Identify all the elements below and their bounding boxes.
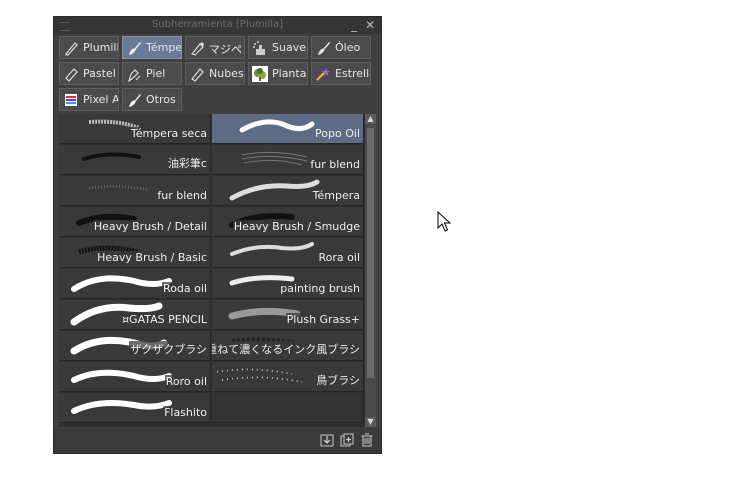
brush-name: 鳥ブラシ: [315, 372, 361, 388]
brush-item[interactable]: fur blend: [59, 176, 211, 206]
brush-item[interactable]: Plush Grass+: [212, 300, 364, 330]
tab-plantas[interactable]: Plantas: [248, 62, 308, 85]
brush-name: Heavy Brush / Smudge: [232, 220, 361, 233]
tab-nubes[interactable]: Nubes: [185, 62, 245, 85]
close-button[interactable]: ✕: [365, 17, 375, 33]
tab-plumilla[interactable]: Plumilla: [59, 36, 119, 59]
brush-item[interactable]: 重ねて濃くなるインク風ブラシ: [212, 331, 364, 361]
brush-other-icon: [129, 94, 141, 107]
brush-name: Roro oil: [164, 375, 208, 388]
minimize-button[interactable]: _: [351, 17, 357, 33]
tab-label: Piel: [146, 67, 166, 80]
brush-item[interactable]: 鳥ブラシ: [212, 362, 364, 392]
brush-item[interactable]: Heavy Brush / Detail: [59, 207, 211, 237]
tab-label: Pixel Art: [83, 93, 119, 106]
brush-item[interactable]: Rora oil: [212, 238, 364, 268]
brush-name: 油彩筆c: [166, 155, 208, 171]
brush-item[interactable]: Heavy Brush / Smudge: [212, 207, 364, 237]
brush-item[interactable]: painting brush: [212, 269, 364, 299]
brush-name: ザクザクブラシ: [129, 341, 208, 357]
duplicate-icon[interactable]: [340, 433, 354, 447]
brush-item[interactable]: Popo Oil: [212, 114, 364, 144]
tab-piel[interactable]: Piel: [122, 62, 182, 85]
panel-title: Subherramienta [Plumilla]: [151, 19, 284, 30]
tab-label: Suave: [272, 41, 306, 54]
brush-list: Témpera seca Popo Oil 油彩筆c fur blend fur ble…: [59, 114, 365, 427]
pixel-art-icon: [65, 94, 77, 106]
pen-icon: [65, 42, 78, 56]
plant-icon: [252, 66, 268, 82]
marker-icon: [190, 42, 204, 56]
tab-óleo[interactable]: Óleo: [311, 36, 371, 59]
pastel-icon: [65, 68, 78, 82]
tab-label: Otros: [146, 93, 176, 106]
brush-item[interactable]: ¤GATAS PENCIL: [59, 300, 211, 330]
tab-label: Plumilla: [83, 41, 118, 54]
empty-cell: [212, 393, 364, 423]
brush-name: Popo Oil: [314, 127, 361, 140]
brush-name: Heavy Brush / Detail: [92, 220, 208, 233]
brush-name: Heavy Brush / Basic: [96, 251, 208, 264]
tab-label: Pastel: [83, 67, 116, 80]
cloud-brush-icon: [191, 68, 204, 82]
brush-name: Flashito: [163, 406, 208, 419]
brush-list-scrollbar[interactable]: ▲ ▼: [365, 114, 376, 427]
tab-label: Plantas: [272, 67, 307, 80]
tab-otros[interactable]: Otros: [122, 88, 182, 111]
tab-label: Estrellas: [335, 67, 370, 80]
brush-name: fur blend: [156, 189, 208, 202]
scroll-up-button[interactable]: ▲: [365, 114, 376, 124]
scroll-down-button[interactable]: ▼: [365, 417, 376, 427]
brush-name: Témpera: [311, 189, 361, 202]
oil-brush-icon: [318, 42, 330, 55]
airbrush-icon: [253, 41, 265, 55]
brush-name: Témpera seca: [129, 127, 208, 140]
trash-icon[interactable]: [360, 433, 374, 447]
tab-label: Témpera: [146, 41, 182, 54]
tab-suave[interactable]: Suave: [248, 36, 308, 59]
scrollbar-thumb[interactable]: [367, 128, 374, 378]
panel-footer: [54, 428, 381, 453]
mouse-cursor-icon: [437, 211, 451, 232]
brush-item[interactable]: Témpera seca: [59, 114, 211, 144]
star-brush-icon: [316, 68, 330, 81]
brush-name: fur blend: [309, 158, 361, 171]
brush-item[interactable]: Heavy Brush / Basic: [59, 238, 211, 268]
brush-item[interactable]: Roda oil: [59, 269, 211, 299]
import-icon[interactable]: [320, 433, 334, 447]
brush-item[interactable]: fur blend: [212, 145, 364, 175]
paint-brush-icon: [129, 42, 141, 55]
brush-item[interactable]: ザクザクブラシ: [59, 331, 211, 361]
brush-item[interactable]: 油彩筆c: [59, 145, 211, 175]
brush-name: painting brush: [279, 282, 361, 295]
tab-マジペン[interactable]: マジペン: [185, 36, 245, 59]
brush-name: Plush Grass+: [285, 313, 361, 326]
tab-estrellas[interactable]: Estrellas: [311, 62, 371, 85]
skin-brush-icon: [128, 69, 141, 82]
brush-item[interactable]: Roro oil: [59, 362, 211, 392]
brush-name: Roda oil: [162, 282, 208, 295]
brush-item[interactable]: Flashito: [59, 393, 211, 423]
brush-item[interactable]: Témpera: [212, 176, 364, 206]
brush-name: Rora oil: [317, 251, 361, 264]
tab-label: Óleo: [335, 41, 361, 54]
tab-témpera[interactable]: Témpera: [122, 36, 182, 59]
tab-pixel-art[interactable]: Pixel Art: [59, 88, 119, 111]
panel-titlebar[interactable]: Subherramienta [Plumilla] _ ✕: [54, 17, 381, 34]
tab-label: マジペン: [209, 43, 244, 56]
tab-pastel[interactable]: Pastel: [59, 62, 119, 85]
sub-tool-panel: Subherramienta [Plumilla] _ ✕ Plumilla Té…: [53, 16, 382, 454]
brush-name: ¤GATAS PENCIL: [121, 313, 208, 326]
brush-name: 重ねて濃くなるインク風ブラシ: [212, 341, 361, 357]
tab-label: Nubes: [209, 67, 244, 80]
